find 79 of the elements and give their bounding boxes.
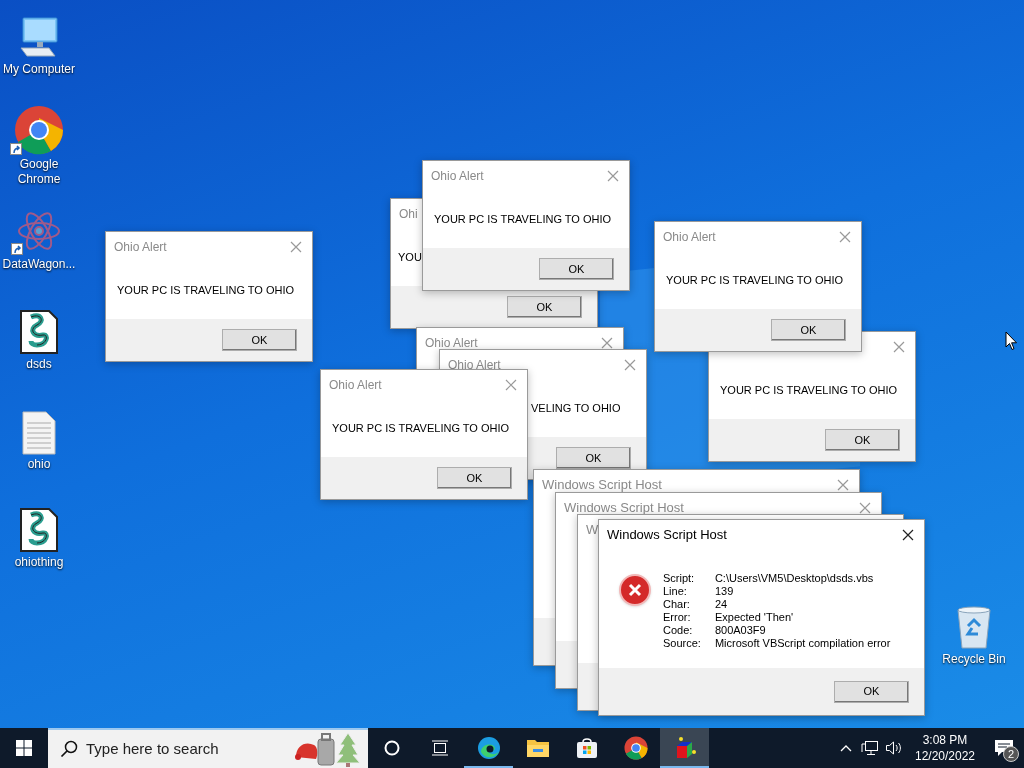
alert-message: YOUR PC IS TRAVELING TO OHIO xyxy=(665,273,844,289)
script-file-icon xyxy=(19,507,59,553)
clock-time: 3:08 PM xyxy=(922,732,968,748)
notifications-button[interactable]: 2 xyxy=(984,728,1024,768)
alert-message: YOUR PC IS TRAVELING TO OHIO xyxy=(719,383,898,399)
desktop-icon[interactable]: Google Chrome xyxy=(0,105,78,187)
text-file-icon xyxy=(22,411,56,455)
search-icon xyxy=(60,740,78,758)
ok-button[interactable]: OK xyxy=(539,258,614,280)
window-title: Ohio Alert xyxy=(329,377,382,394)
detail-value: 24 xyxy=(714,598,729,611)
ok-button[interactable]: OK xyxy=(771,319,846,341)
error-icon xyxy=(619,574,651,606)
search-field[interactable]: Type here to search xyxy=(86,737,286,761)
detail-value: 139 xyxy=(714,585,735,598)
desktop-icon[interactable]: ohiothing xyxy=(0,503,78,570)
alert-message: YOUR PC IS TRAVELING TO OHIO xyxy=(433,212,612,228)
detail-value: Expected 'Then' xyxy=(714,611,795,624)
detail-value: 800A03F9 xyxy=(714,624,767,637)
alert-message: VELING TO OHIO xyxy=(530,401,621,417)
desktop-icon[interactable]: My Computer xyxy=(0,10,78,77)
detail-label: Error: xyxy=(663,611,692,624)
window-title: Ohio Alert xyxy=(663,229,716,246)
detail-value: C:\Users\VM5\Desktop\dsds.vbs xyxy=(714,572,875,585)
chrome-icon xyxy=(623,736,648,760)
close-button[interactable] xyxy=(900,527,916,543)
speaker-icon xyxy=(885,740,903,756)
alert-message: YOUR PC IS TRAVELING TO OHIO xyxy=(116,283,295,299)
ok-button[interactable]: OK xyxy=(556,447,631,469)
windows-logo-icon xyxy=(16,740,32,756)
window-title: Ohio Alert xyxy=(425,335,478,352)
search-box[interactable]: Type here to search xyxy=(48,728,368,768)
circle-icon xyxy=(384,740,400,756)
window-title: Ohio Alert xyxy=(114,239,167,256)
window-title: Windows Script Host xyxy=(564,499,684,518)
network-icon xyxy=(861,740,879,756)
chevron-up-icon xyxy=(840,744,852,752)
task-view-icon xyxy=(431,740,449,756)
detail-label: Script: xyxy=(663,572,696,585)
folder-icon xyxy=(525,738,550,758)
alert-message: YOU xyxy=(397,250,422,266)
icon-label: Recycle Bin xyxy=(942,652,1006,667)
desktop-icon[interactable]: Recycle Bin xyxy=(935,600,1013,667)
clock-date: 12/20/2022 xyxy=(914,748,976,764)
ok-button[interactable]: OK xyxy=(834,680,909,703)
icon-label: My Computer xyxy=(3,62,75,77)
window-title: Windows Script Host xyxy=(607,526,727,545)
window-title: Ohio Alert xyxy=(431,168,484,185)
detail-label: Char: xyxy=(663,598,691,611)
alert-message: YOUR PC IS TRAVELING TO OHIO xyxy=(331,421,510,437)
shopping-bag-icon xyxy=(574,737,599,759)
desktop-icon[interactable]: DataWagon... xyxy=(0,205,78,272)
desktop-icon[interactable]: dsds xyxy=(0,305,78,372)
icon-label: ohiothing xyxy=(14,555,64,570)
icon-label: dsds xyxy=(26,357,52,372)
window-title: Ohi xyxy=(399,206,418,223)
icon-label: Google Chrome xyxy=(16,157,62,187)
notification-count-badge: 2 xyxy=(1003,746,1019,762)
recycle-bin-icon xyxy=(954,604,994,650)
script-file-icon xyxy=(19,309,59,355)
window-title: Ohio Alert xyxy=(448,357,501,374)
winter-decoration-drawing xyxy=(294,731,362,767)
clock-button[interactable]: 3:08 PM 12/20/2022 xyxy=(906,728,984,768)
ok-button[interactable]: OK xyxy=(222,329,297,351)
ok-button[interactable]: OK xyxy=(437,467,512,489)
ok-button[interactable]: OK xyxy=(507,296,582,318)
ok-button[interactable]: OK xyxy=(825,429,900,451)
icon-label: ohio xyxy=(27,457,51,472)
window-title: W xyxy=(586,521,599,540)
icon-label: DataWagon... xyxy=(2,257,76,272)
detail-value: Microsoft VBScript compilation error xyxy=(714,637,891,650)
window-title: Windows Script Host xyxy=(542,476,662,495)
detail-label: Code: xyxy=(663,624,694,637)
edge-icon xyxy=(476,736,501,760)
desktop-icon[interactable]: ohio xyxy=(0,405,78,472)
chrome-icon xyxy=(14,105,64,155)
mouse-cursor-icon xyxy=(1005,331,1018,351)
detail-label: Source: xyxy=(663,637,701,650)
detail-label: Line: xyxy=(663,585,688,598)
